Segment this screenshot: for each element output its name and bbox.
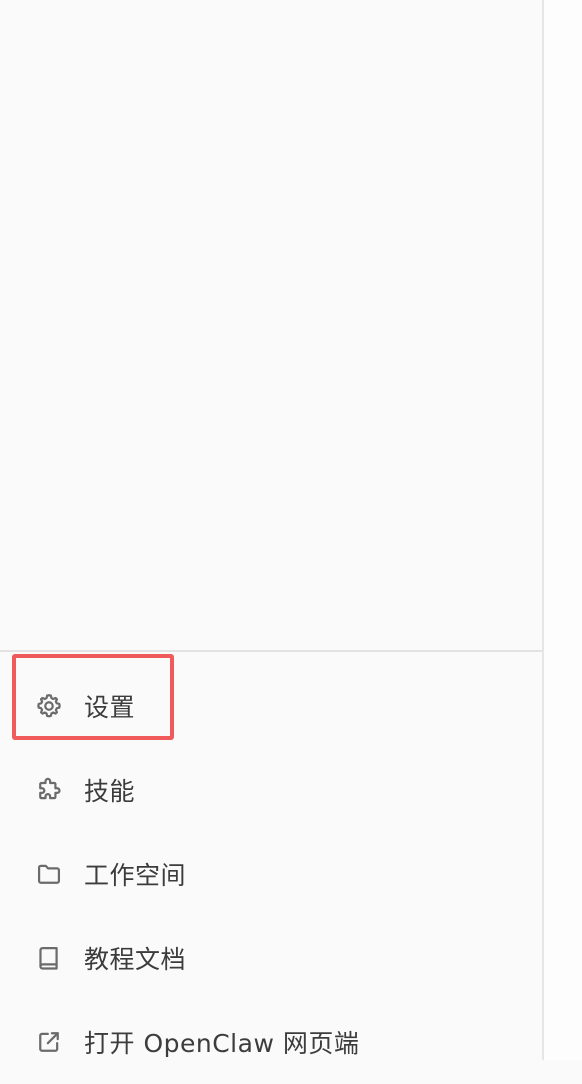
sidebar-divider: [0, 650, 542, 652]
sidebar-bottom-nav: 设置 技能 工作空间 教程文档 打开 OpenClaw 网页端: [0, 664, 542, 1084]
folder-icon: [34, 859, 64, 889]
external-link-icon: [34, 1027, 64, 1057]
sidebar-item-label: 技能: [84, 777, 136, 806]
gear-icon: [34, 691, 64, 721]
sidebar: 设置 技能 工作空间 教程文档 打开 OpenClaw 网页端: [0, 0, 544, 1060]
sidebar-item-workspace[interactable]: 工作空间: [0, 832, 542, 916]
sidebar-item-label: 教程文档: [84, 945, 187, 974]
puzzle-icon: [34, 775, 64, 805]
sidebar-item-settings[interactable]: 设置: [0, 664, 542, 748]
sidebar-item-open-web[interactable]: 打开 OpenClaw 网页端: [0, 1000, 542, 1084]
sidebar-item-tutorials[interactable]: 教程文档: [0, 916, 542, 1000]
sidebar-item-label: 设置: [84, 693, 136, 722]
main-content-edge: [544, 0, 582, 1060]
sidebar-item-label: 工作空间: [84, 861, 187, 890]
sidebar-item-label: 打开 OpenClaw 网页端: [84, 1029, 360, 1058]
book-icon: [34, 943, 64, 973]
sidebar-item-skills[interactable]: 技能: [0, 748, 542, 832]
